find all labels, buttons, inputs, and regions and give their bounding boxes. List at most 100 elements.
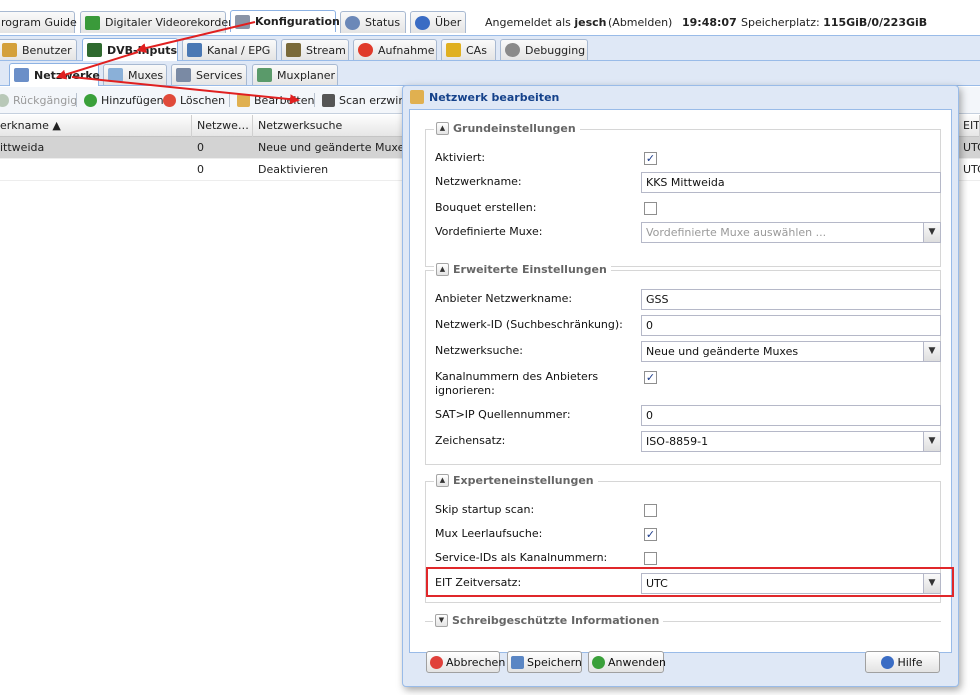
- tab-label: Konfiguration: [255, 15, 340, 28]
- tab-networks[interactable]: Netzwerke: [9, 63, 100, 86]
- tab-status[interactable]: Status: [340, 11, 406, 33]
- logged-in-prefix: Angemeldet als: [485, 16, 571, 29]
- satip-source-input[interactable]: 0: [641, 405, 941, 426]
- column-header-name[interactable]: erkname ▲: [0, 115, 192, 137]
- predefined-muxes-placeholder: Vordefinierte Muxe auswählen ...: [646, 226, 827, 239]
- tab-label: Kanal / EPG: [207, 43, 271, 57]
- charset-label: Zeichensatz:: [435, 434, 506, 447]
- add-icon: [84, 93, 97, 107]
- storage-label: Speicherplatz:: [741, 16, 820, 29]
- charset-value: ISO-8859-1: [646, 435, 709, 448]
- tab-debugging[interactable]: Debugging: [500, 39, 588, 60]
- expand-icon[interactable]: ▼: [435, 614, 448, 627]
- tab-label: Services: [196, 68, 243, 82]
- delete-button[interactable]: Löschen: [163, 92, 225, 108]
- provider-name-label: Anbieter Netzwerkname:: [435, 292, 573, 305]
- apply-icon: [592, 655, 605, 669]
- readonly-info-fieldset: ▼ Schreibgeschützte Informationen: [425, 614, 941, 627]
- tab-label: Über: [435, 16, 462, 29]
- satip-source-label: SAT>IP Quellennummer:: [435, 408, 571, 421]
- advanced-settings-fieldset: ▲ Erweiterte Einstellungen Anbieter Netz…: [425, 263, 941, 465]
- mux-idle-scan-checkbox[interactable]: ✓: [644, 528, 657, 541]
- tab-cas[interactable]: CAs: [441, 39, 496, 60]
- cancel-button[interactable]: Abbrechen: [426, 651, 505, 673]
- record-icon: [358, 43, 373, 57]
- chevron-down-icon[interactable]: ▼: [923, 223, 940, 242]
- expert-settings-legend[interactable]: ▲ Experteneinstellungen: [434, 474, 598, 487]
- column-header-count[interactable]: Netzwe…: [192, 115, 253, 137]
- provider-name-input[interactable]: GSS: [641, 289, 941, 310]
- predefined-muxes-select[interactable]: Vordefinierte Muxe auswählen ... ▼: [641, 222, 941, 243]
- network-discovery-select[interactable]: Neue und geänderte Muxes ▼: [641, 341, 941, 362]
- column-header-eit[interactable]: EIT: [958, 115, 980, 137]
- tab-dvr[interactable]: Digitaler Videorekorder: [80, 11, 233, 33]
- toolbar-separator: [229, 93, 230, 107]
- skip-startup-scan-checkbox[interactable]: [644, 504, 657, 517]
- tab-dvb-inputs[interactable]: DVB-Inputs: [82, 38, 178, 61]
- save-button[interactable]: Speichern: [507, 651, 582, 673]
- cell-count: 0: [197, 163, 204, 176]
- tab-about[interactable]: Über: [410, 11, 466, 33]
- column-header-discovery[interactable]: Netzwerksuche: [253, 115, 403, 137]
- undo-button[interactable]: Rückgängig: [0, 92, 77, 108]
- tab-users[interactable]: Benutzer: [0, 39, 77, 60]
- collapse-icon[interactable]: ▲: [436, 263, 449, 276]
- service-ids-checkbox[interactable]: [644, 552, 657, 565]
- label-line-1: Kanalnummern des Anbieters: [435, 370, 599, 383]
- bouquet-label: Bouquet erstellen:: [435, 201, 537, 214]
- legend-label: Erweiterte Einstellungen: [453, 263, 607, 276]
- cell-discovery: Neue und geänderte Muxes: [258, 141, 403, 154]
- stream-icon: [286, 43, 301, 57]
- save-icon: [511, 655, 524, 669]
- dvb-card-icon: [87, 43, 102, 57]
- tab-program-guide[interactable]: rogram Guide: [0, 11, 77, 33]
- cell-eit: UTC: [963, 141, 980, 154]
- tab-stream[interactable]: Stream: [281, 39, 349, 60]
- apply-button[interactable]: Anwenden: [588, 651, 666, 673]
- enabled-checkbox[interactable]: ✓: [644, 152, 657, 165]
- service-ids-label: Service-IDs als Kanalnummern:: [435, 551, 608, 564]
- tab-muxes[interactable]: Muxes: [103, 64, 167, 85]
- network-id-input[interactable]: 0: [641, 315, 941, 336]
- tab-channel-epg[interactable]: Kanal / EPG: [182, 39, 277, 60]
- basic-settings-legend[interactable]: ▲ Grundeinstellungen: [434, 122, 580, 135]
- readonly-info-legend[interactable]: ▼ Schreibgeschützte Informationen: [433, 614, 664, 627]
- tab-configuration[interactable]: Konfiguration: [230, 10, 340, 32]
- tab-label: CAs: [466, 43, 487, 57]
- dvb-tab-bar: Netzwerke Muxes Services Muxplaner: [0, 61, 980, 86]
- force-scan-button[interactable]: Scan erzwing: [322, 92, 412, 108]
- undo-icon: [0, 93, 9, 107]
- help-button[interactable]: Hilfe: [865, 651, 940, 673]
- ignore-provider-numbers-checkbox[interactable]: ✓: [644, 371, 657, 384]
- chevron-down-icon[interactable]: ▼: [923, 342, 940, 361]
- delete-icon: [163, 93, 176, 107]
- tab-label: Aufnahme: [378, 43, 435, 57]
- collapse-icon[interactable]: ▲: [436, 122, 449, 135]
- network-id-label: Netzwerk-ID (Suchbeschränkung):: [435, 318, 623, 331]
- scheduler-icon: [257, 68, 272, 82]
- logout-link[interactable]: (Abmelden): [608, 9, 672, 36]
- edit-label: Bearbeiten: [254, 93, 315, 107]
- dialog-header[interactable]: Netzwerk bearbeiten: [403, 86, 958, 108]
- charset-select[interactable]: ISO-8859-1 ▼: [641, 431, 941, 452]
- info-icon: [415, 15, 430, 30]
- tab-label: Muxplaner: [277, 68, 336, 82]
- undo-label: Rückgängig: [13, 93, 78, 107]
- tab-recording[interactable]: Aufnahme: [353, 39, 437, 60]
- chevron-down-icon[interactable]: ▼: [923, 432, 940, 451]
- bouquet-checkbox[interactable]: [644, 202, 657, 215]
- collapse-icon[interactable]: ▲: [436, 474, 449, 487]
- network-name-input[interactable]: KKS Mittweida: [641, 172, 941, 193]
- edit-button[interactable]: Bearbeiten: [237, 92, 314, 108]
- tab-services[interactable]: Services: [171, 64, 247, 85]
- skip-startup-scan-label: Skip startup scan:: [435, 503, 535, 516]
- toolbar-separator: [314, 93, 315, 107]
- tab-muxplaner[interactable]: Muxplaner: [252, 64, 338, 85]
- add-button[interactable]: Hinzufügen: [84, 92, 164, 108]
- delete-label: Löschen: [180, 93, 226, 107]
- cancel-icon: [430, 655, 443, 669]
- advanced-settings-legend[interactable]: ▲ Erweiterte Einstellungen: [434, 263, 611, 276]
- label-line-2: ignorieren:: [435, 384, 495, 397]
- tab-label: Benutzer: [22, 43, 72, 57]
- help-label: Hilfe: [897, 655, 923, 669]
